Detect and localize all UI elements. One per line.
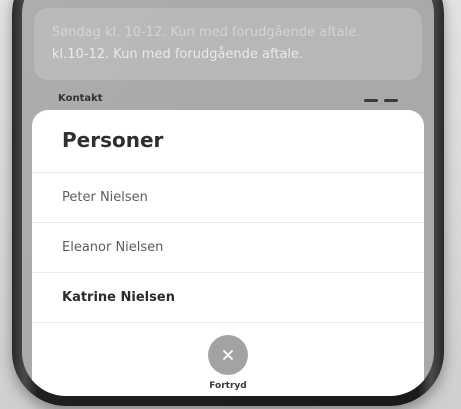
opening-hours-line-1: Søndag kl. 10-12. Kun med forudgående af… bbox=[52, 25, 361, 40]
close-icon bbox=[223, 350, 233, 360]
person-item[interactable]: Eleanor Nielsen bbox=[32, 222, 424, 272]
photo-background: Søndag kl. 10-12. Kun med forudgående af… bbox=[0, 0, 461, 409]
phone-frame: Søndag kl. 10-12. Kun med forudgående af… bbox=[12, 0, 444, 406]
opening-hours-line-2: kl.10-12. Kun med forudgående aftale. bbox=[52, 47, 304, 62]
contact-section-dashes bbox=[364, 99, 398, 102]
phone-screen: Søndag kl. 10-12. Kun med forudgående af… bbox=[22, 0, 434, 396]
list-divider bbox=[32, 322, 424, 323]
sheet-title: Personer bbox=[62, 128, 164, 152]
persons-bottom-sheet: Personer Peter Nielsen Eleanor Nielsen K… bbox=[32, 110, 424, 396]
person-name: Eleanor Nielsen bbox=[62, 240, 164, 255]
cancel-label: Fortryd bbox=[209, 381, 247, 391]
person-item[interactable]: Peter Nielsen bbox=[32, 172, 424, 222]
cancel-circle[interactable] bbox=[208, 335, 248, 375]
person-item-selected[interactable]: Katrine Nielsen bbox=[32, 272, 424, 322]
cancel-button[interactable]: Fortryd bbox=[188, 335, 268, 395]
person-name: Peter Nielsen bbox=[62, 190, 148, 205]
person-name: Katrine Nielsen bbox=[62, 290, 175, 305]
contact-section-label: Kontakt bbox=[58, 93, 103, 104]
opening-hours-card: Søndag kl. 10-12. Kun med forudgående af… bbox=[34, 8, 422, 80]
